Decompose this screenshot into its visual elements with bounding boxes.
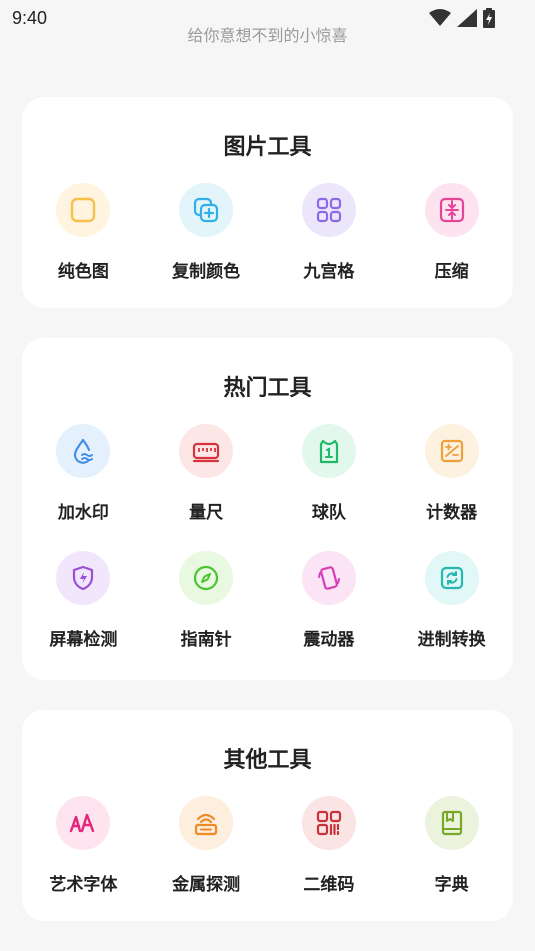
water-drop-icon [56,424,111,478]
tool-grid: 加水印 量尺 球队 计数器 屏幕检测 指南针 震动器 进制转换 [22,424,513,650]
tool-label: 屏幕检测 [49,630,118,650]
tool-team[interactable]: 球队 [268,424,391,523]
tool-label: 加水印 [57,503,109,523]
tool-label: 计数器 [426,503,478,523]
tool-vibrator[interactable]: 震动器 [268,551,391,650]
tool-art-font[interactable]: 艺术字体 [22,796,145,895]
tool-label: 震动器 [303,630,355,650]
tool-qrcode[interactable]: 二维码 [268,796,391,895]
tool-label: 纯色图 [57,262,109,282]
compass-icon [179,551,234,605]
tool-counter[interactable]: 计数器 [390,424,513,523]
tool-dictionary[interactable]: 字典 [390,796,513,895]
tool-label: 艺术字体 [49,875,118,895]
tool-label: 二维码 [303,875,355,895]
tool-compress[interactable]: 压缩 [390,183,513,282]
tool-label: 金属探测 [172,875,241,895]
section-image-tools: 图片工具 纯色图 复制颜色 九宫格 压缩 [22,97,513,308]
ruler-icon [179,424,234,478]
compress-icon [424,183,479,237]
section-title: 图片工具 [223,135,312,160]
dictionary-icon [424,796,479,850]
tool-watermark[interactable]: 加水印 [22,424,145,523]
tool-label: 指南针 [180,630,232,650]
metal-detector-icon [179,796,234,850]
art-font-icon [56,796,111,850]
tool-copy-color[interactable]: 复制颜色 [145,183,268,282]
convert-icon [424,551,479,605]
section-title: 其他工具 [223,748,312,773]
copy-add-icon [179,183,234,237]
tool-nine-grid[interactable]: 九宫格 [268,183,391,282]
section-other-tools: 其他工具 艺术字体 金属探测 二维码 字典 [22,710,513,921]
qrcode-icon [301,796,356,850]
grid-icon [301,183,356,237]
shield-bolt-icon [56,551,111,605]
tool-grid: 纯色图 复制颜色 九宫格 压缩 [22,183,513,282]
square-icon [56,183,111,237]
tool-ruler[interactable]: 量尺 [145,424,268,523]
tool-label: 复制颜色 [172,262,241,282]
tool-grid: 艺术字体 金属探测 二维码 字典 [22,796,513,895]
page-subtitle: 给你意想不到的小惊喜 [187,26,348,45]
tool-metal-detector[interactable]: 金属探测 [145,796,268,895]
tool-label: 字典 [434,875,469,895]
vibrate-phone-icon [301,551,356,605]
counter-icon [424,424,479,478]
tool-screen-test[interactable]: 屏幕检测 [22,551,145,650]
tool-label: 量尺 [189,503,224,523]
tool-label: 球队 [311,503,346,523]
tool-label: 进制转换 [417,630,486,650]
tool-label: 压缩 [434,262,469,282]
tool-base-convert[interactable]: 进制转换 [390,551,513,650]
section-title: 热门工具 [223,376,312,401]
jersey-icon [301,424,356,478]
tool-compass[interactable]: 指南针 [145,551,268,650]
tool-solid-color-image[interactable]: 纯色图 [22,183,145,282]
tool-label: 九宫格 [303,262,355,282]
section-hot-tools: 热门工具 加水印 量尺 球队 计数器 屏幕检测 指南针 震动器 进制转换 [22,338,513,680]
